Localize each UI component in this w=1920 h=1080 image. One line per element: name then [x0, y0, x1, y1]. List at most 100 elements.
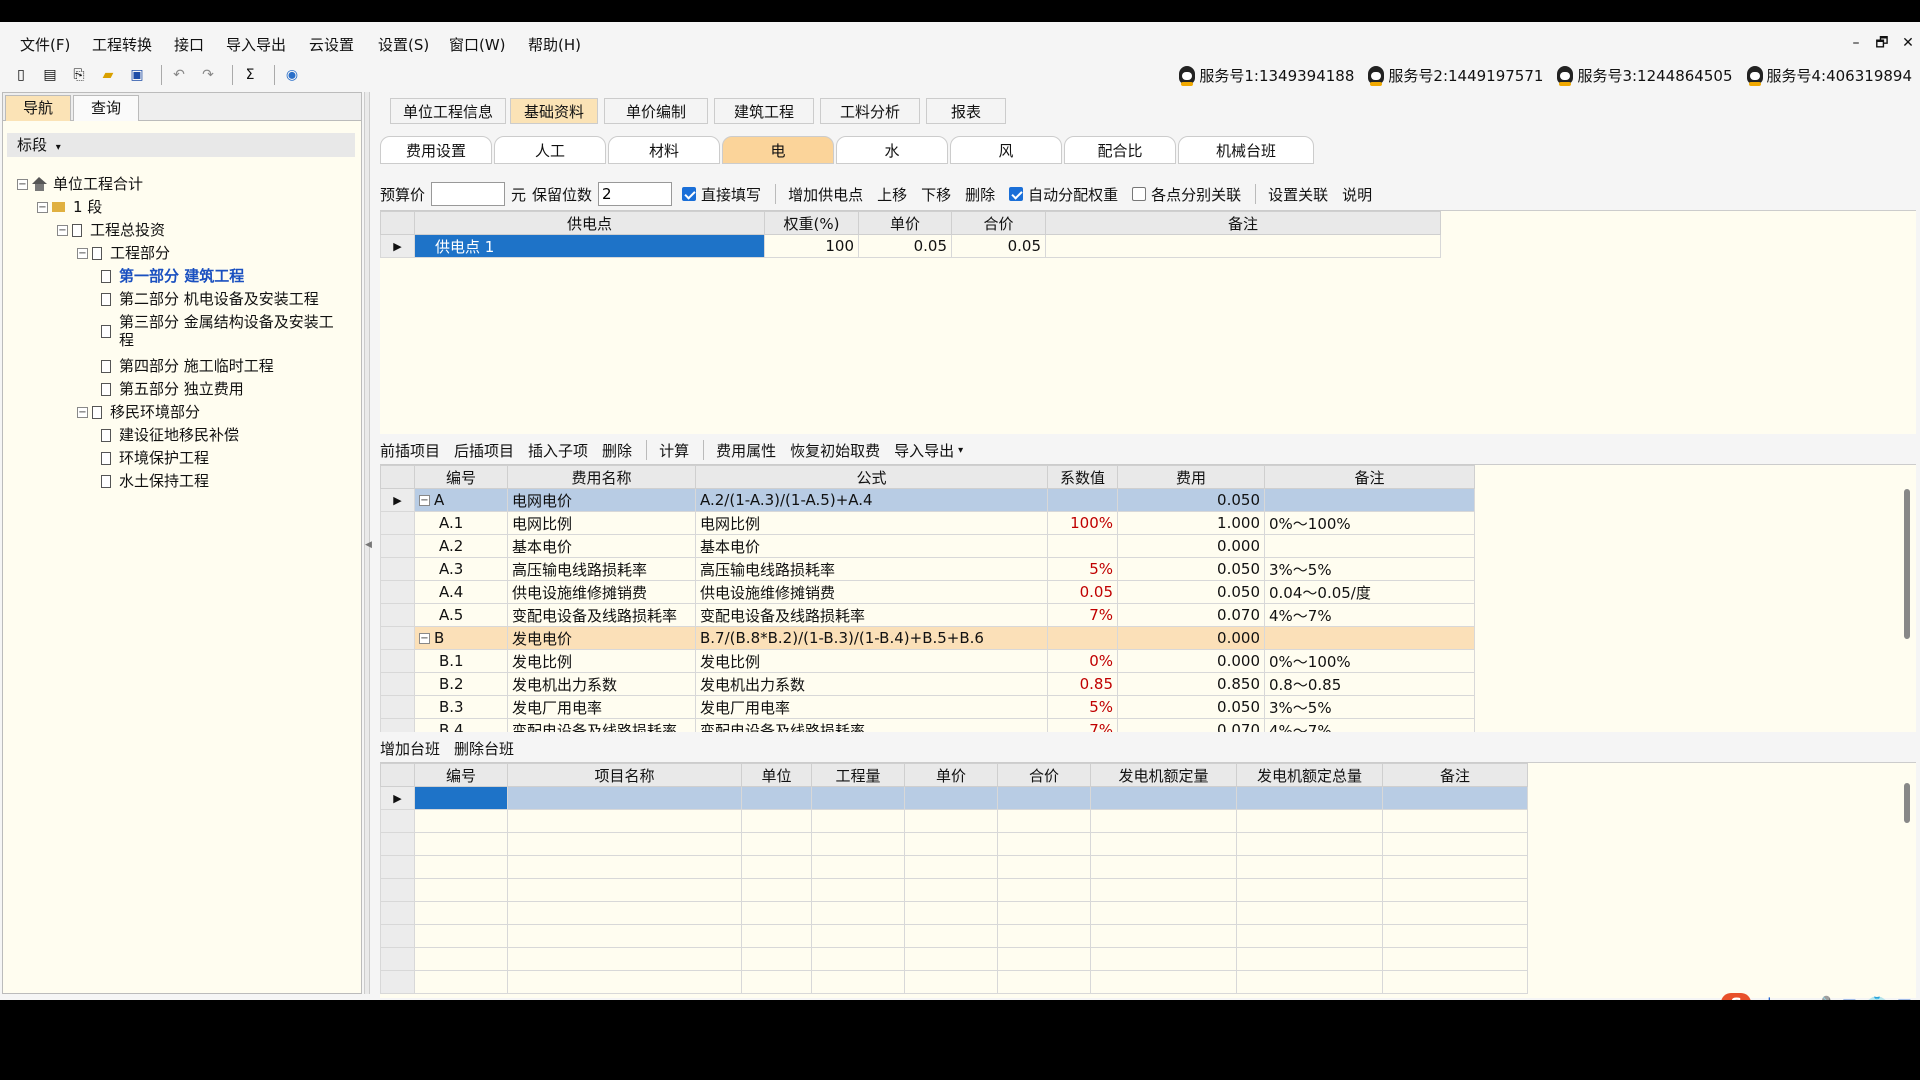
table-cell[interactable] [1090, 924, 1237, 948]
tree-item[interactable]: 第四部分 施工临时工程 [97, 355, 274, 377]
table-cell[interactable]: 基本电价 [507, 534, 696, 558]
table-cell[interactable]: 高压输电线路损耗率 [507, 557, 696, 581]
table-cell[interactable] [997, 809, 1091, 833]
service-number-3[interactable]: 服务号3:1244864505 [1557, 65, 1733, 86]
menu-item-5[interactable]: 设置(S) [378, 32, 429, 58]
table-cell[interactable]: 0.000 [1117, 649, 1265, 673]
table-cell[interactable] [1236, 786, 1383, 810]
each-link-checkbox[interactable]: 各点分别关联 [1132, 184, 1241, 205]
menu-item-7[interactable]: 帮助(H) [528, 32, 581, 58]
table-cell[interactable]: 5% [1047, 557, 1118, 581]
table-cell[interactable] [1090, 855, 1237, 879]
tree-item[interactable]: − 工程部分 [77, 242, 170, 264]
resource-tab-5[interactable]: 风 [950, 136, 1062, 164]
table-cell[interactable]: B.4 [414, 718, 508, 732]
shift-scrollbar[interactable] [1904, 783, 1910, 823]
table-cell[interactable]: 3%～5% [1264, 695, 1475, 719]
fee-tool-button-3[interactable]: 删除 [602, 440, 632, 461]
table-cell[interactable]: 发电电价 [507, 626, 696, 650]
ime-logo-icon[interactable]: S [1721, 993, 1752, 1000]
table-cell[interactable] [904, 809, 998, 833]
section-dropdown[interactable]: 标段 ▾ [7, 133, 355, 157]
menu-item-3[interactable]: 导入导出 [226, 32, 286, 58]
fee-tool-button-4[interactable]: 计算 [659, 440, 689, 461]
fee-tool-button-5[interactable]: 费用属性 [716, 440, 776, 461]
table-cell[interactable] [414, 901, 508, 925]
table-cell[interactable]: 供电点 1 [414, 234, 765, 258]
ime-item-icon[interactable]: •, [1787, 995, 1802, 1001]
table-row[interactable]: B.1 发电比例 发电比例 0% 0.000 0%～100% [380, 649, 1475, 673]
decimals-input[interactable] [598, 182, 673, 206]
tree-item[interactable]: − 移民环境部分 [77, 401, 200, 423]
table-cell[interactable] [1047, 626, 1118, 650]
table-cell[interactable]: 100 [764, 234, 859, 258]
table-cell[interactable] [1090, 970, 1237, 994]
table-cell[interactable]: 100% [1047, 511, 1118, 535]
table-cell[interactable]: 电网比例 [507, 511, 696, 535]
table-cell[interactable] [997, 878, 1091, 902]
collapse-toggle-icon[interactable]: − [57, 224, 68, 236]
table-cell[interactable]: 0.05 [1047, 580, 1118, 604]
table-cell[interactable]: 0% [1047, 649, 1118, 673]
table-cell[interactable]: 3%～5% [1264, 557, 1475, 581]
fee-tool-button-1[interactable]: 后插项目 [454, 440, 514, 461]
ime-item-icon[interactable]: ▦ [1842, 995, 1857, 1001]
table-cell[interactable] [1382, 924, 1528, 948]
table-cell[interactable] [811, 809, 905, 833]
table-cell[interactable] [414, 878, 508, 902]
table-cell[interactable] [1047, 534, 1118, 558]
table-cell[interactable] [1382, 970, 1528, 994]
column-header[interactable]: 编号 [414, 763, 508, 787]
table-cell[interactable]: 变配电设备及线路损耗率 [695, 718, 1048, 732]
table-cell[interactable]: 7% [1047, 718, 1118, 732]
new-doc-icon[interactable]: ▤ [39, 64, 61, 86]
tree-item[interactable]: 第三部分 金属结构设备及安装工程 [97, 311, 341, 351]
ime-item-icon[interactable]: 🎤 [1812, 995, 1832, 1001]
table-cell[interactable] [507, 901, 742, 925]
table-cell[interactable]: A.2 [414, 534, 508, 558]
table-cell[interactable]: 0.05 [858, 234, 952, 258]
column-header[interactable]: 单价 [858, 211, 952, 235]
save-icon[interactable]: ▣ [126, 64, 148, 86]
menu-item-4[interactable]: 云设置 [309, 32, 354, 58]
open-icon[interactable]: ▰ [97, 64, 119, 86]
panel-splitter[interactable]: ◀ [364, 92, 372, 994]
column-header[interactable]: 备注 [1382, 763, 1528, 787]
table-cell[interactable] [507, 878, 742, 902]
save-as-icon[interactable]: ⎘ [68, 64, 90, 86]
table-row[interactable]: A.2 基本电价 基本电价 0.000 [380, 534, 1475, 558]
table-cell[interactable] [741, 878, 812, 902]
menu-item-0[interactable]: 文件(F) [20, 32, 70, 58]
table-cell[interactable] [811, 970, 905, 994]
collapse-toggle-icon[interactable]: − [17, 178, 28, 190]
shift-tool-button-0[interactable]: 增加台班 [380, 738, 440, 759]
resource-tab-4[interactable]: 水 [836, 136, 948, 164]
column-header[interactable]: 项目名称 [507, 763, 742, 787]
table-cell[interactable] [507, 855, 742, 879]
table-cell[interactable]: 电网比例 [695, 511, 1048, 535]
table-cell[interactable]: 供电设施维修摊销费 [695, 580, 1048, 604]
table-cell[interactable] [1382, 809, 1528, 833]
table-cell[interactable]: 电网电价 [507, 488, 696, 512]
table-cell[interactable]: 0.070 [1117, 603, 1265, 627]
table-cell[interactable] [507, 832, 742, 856]
menu-item-2[interactable]: 接口 [174, 32, 204, 58]
table-cell[interactable] [904, 832, 998, 856]
fee-tool-button-6[interactable]: 恢复初始取费 [790, 440, 880, 461]
module-tab-0[interactable]: 单位工程信息 [390, 98, 506, 124]
table-cell[interactable]: 0.000 [1117, 534, 1265, 558]
delete-button[interactable]: 删除 [965, 184, 995, 205]
column-header[interactable]: 系数值 [1047, 465, 1118, 489]
table-cell[interactable]: 4%～7% [1264, 718, 1475, 732]
add-supply-point-button[interactable]: 增加供电点 [788, 184, 863, 205]
table-cell[interactable] [1236, 809, 1383, 833]
module-tab-3[interactable]: 建筑工程 [714, 98, 814, 124]
table-cell[interactable]: B.3 [414, 695, 508, 719]
table-row[interactable]: ▶ 供电点 1 100 0.05 0.05 [380, 234, 1441, 258]
table-cell[interactable]: − A [414, 488, 508, 512]
table-cell[interactable] [997, 855, 1091, 879]
table-cell[interactable] [1090, 786, 1237, 810]
table-cell[interactable] [414, 924, 508, 948]
table-cell[interactable]: 变配电设备及线路损耗率 [695, 603, 1048, 627]
module-tab-4[interactable]: 工料分析 [820, 98, 920, 124]
